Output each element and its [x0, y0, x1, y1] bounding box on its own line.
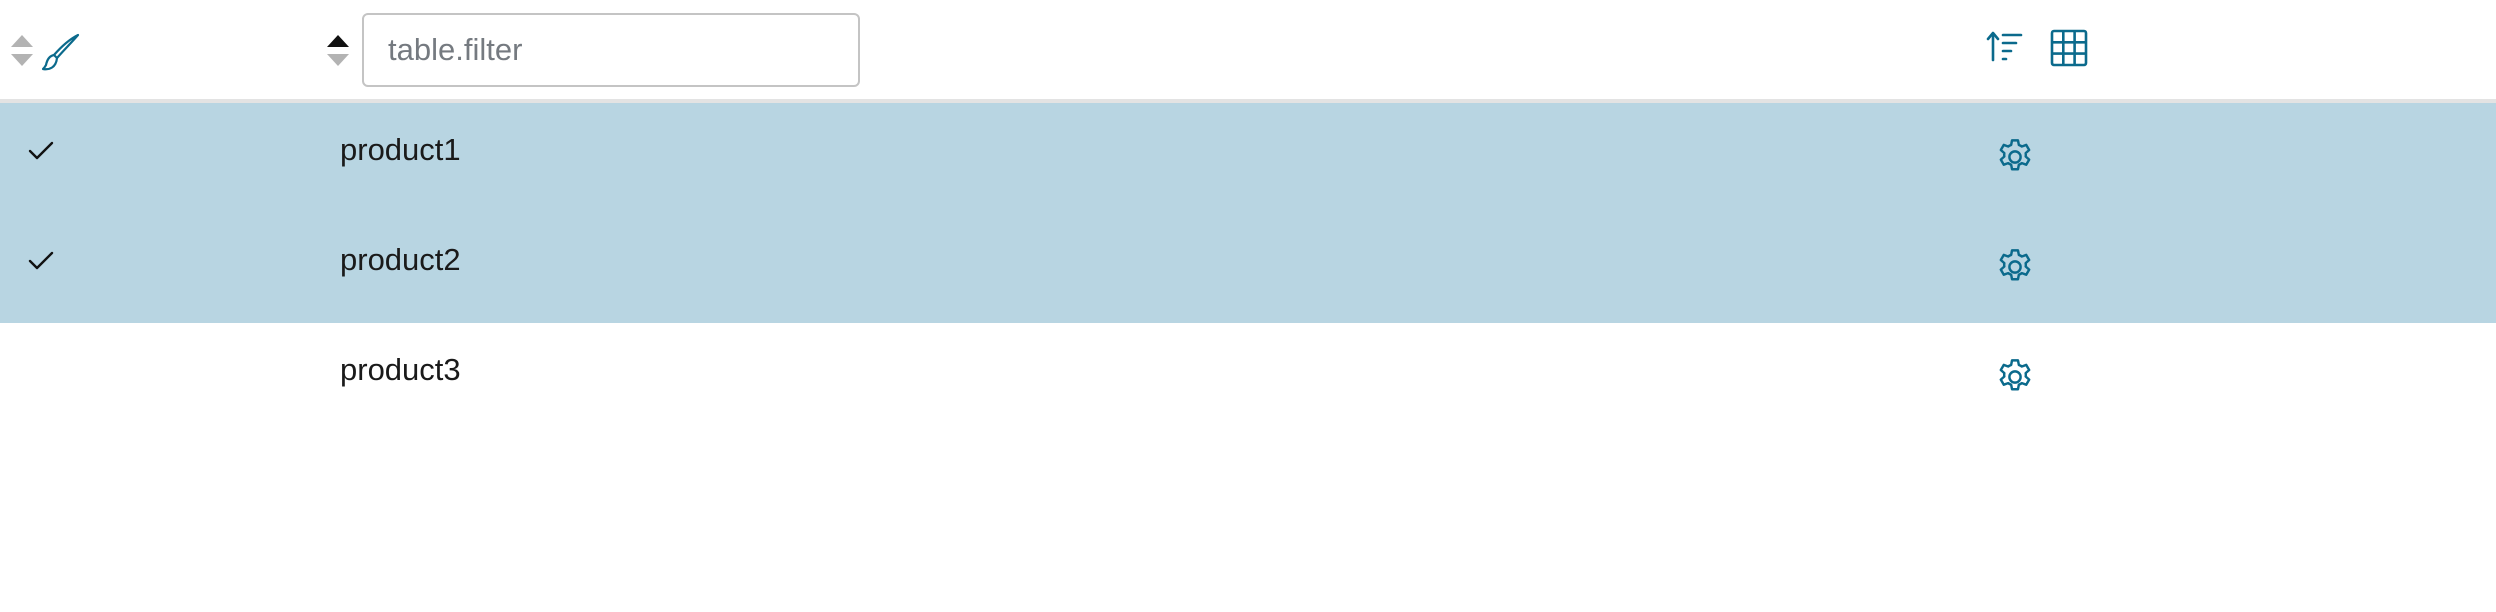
checkmark-icon[interactable]: [27, 137, 55, 165]
gear-icon[interactable]: [1994, 136, 2036, 178]
gear-icon[interactable]: [1994, 356, 2036, 398]
row-label: product3: [340, 352, 461, 387]
gear-icon[interactable]: [1994, 246, 2036, 288]
table-row[interactable]: product1: [0, 103, 2496, 213]
grid-table-icon[interactable]: [2047, 26, 2091, 70]
table-header: [0, 0, 2496, 103]
row-label: product2: [340, 242, 461, 277]
sort-arrows-icon[interactable]: [327, 35, 349, 69]
table-body: product1 product2 product3: [0, 103, 2496, 433]
paintbrush-icon[interactable]: [41, 32, 82, 72]
table-row[interactable]: product3: [0, 323, 2496, 433]
table-row[interactable]: product2: [0, 213, 2496, 323]
sort-arrows-icon[interactable]: [11, 35, 33, 69]
row-label: product1: [340, 132, 461, 167]
filter-input[interactable]: [362, 13, 860, 87]
checkmark-icon[interactable]: [27, 247, 55, 275]
sort-list-icon[interactable]: [1985, 26, 2029, 70]
